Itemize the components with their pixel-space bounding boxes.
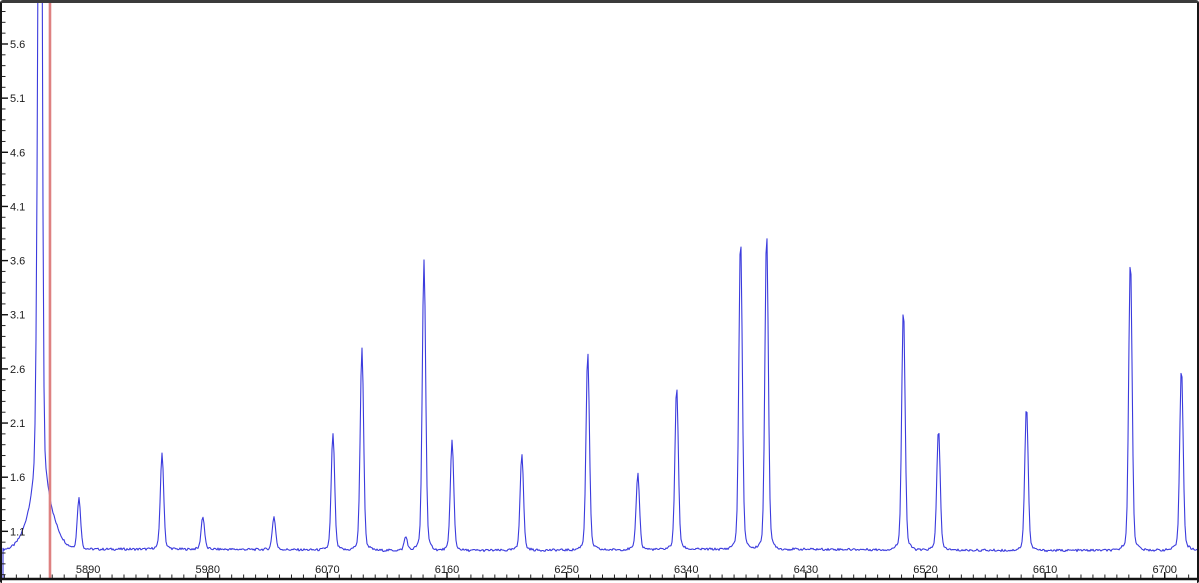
x-tick-label: 6340 [674,564,698,576]
y-tick-label: 2.1 [10,418,25,430]
x-tick-label: 6520 [913,564,937,576]
x-tick-label: 5890 [76,564,100,576]
x-tick-label: 6430 [794,564,818,576]
x-tick-label: 6700 [1152,564,1176,576]
y-tick-label: 4.6 [10,147,25,159]
y-tick-label: 1.1 [10,526,25,538]
spectrum-trace [3,3,1197,579]
spectrum-chart[interactable]: 5890 5980 6070 6160 6250 6340 6430 6520 6610 6700… [2,3,1197,581]
y-tick-label: 1.6 [10,472,25,484]
y-tick-label: 3.6 [10,256,25,268]
x-tick-label: 6250 [554,564,578,576]
spectrum-window: 5890 5980 6070 6160 6250 6340 6430 6520 6610 6700… [0,0,1199,583]
x-tick-label: 6070 [315,564,339,576]
x-tick-label: 5980 [196,564,220,576]
y-tick-label: 4.1 [10,201,25,213]
x-tick-label: 6160 [435,564,459,576]
y-tick-label: 3.1 [10,310,25,322]
x-tick-label: 6610 [1033,564,1057,576]
y-tick-label: 5.6 [10,39,25,51]
y-tick-label: 2.6 [10,364,25,376]
y-tick-label: 5.1 [10,93,25,105]
